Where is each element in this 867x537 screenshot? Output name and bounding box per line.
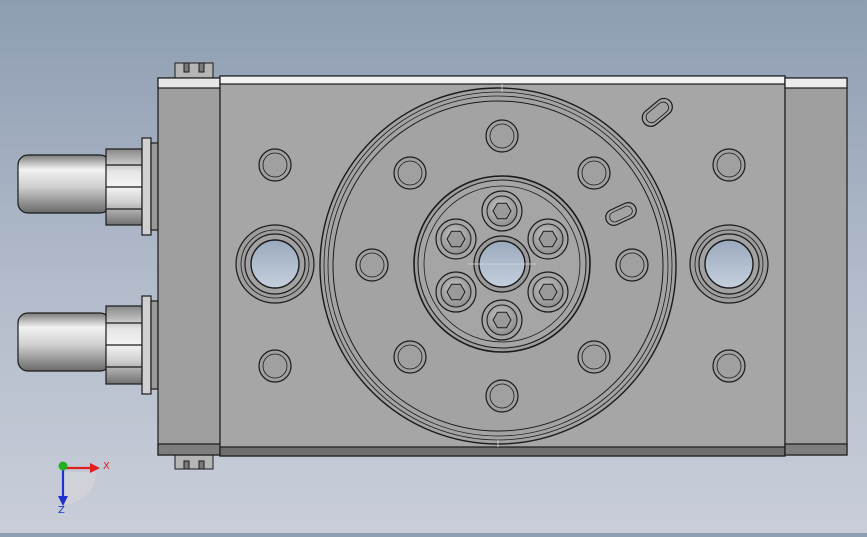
fitting-lower xyxy=(17,295,159,395)
top-clip xyxy=(174,62,214,80)
bottom-clip xyxy=(174,453,214,470)
bolt-upper-left xyxy=(435,218,477,260)
fitting-upper xyxy=(17,137,159,236)
x-axis-label: X xyxy=(103,461,110,472)
x-axis-arrow-icon xyxy=(90,463,100,473)
bolt-bottom xyxy=(481,299,523,341)
bolt-upper-right xyxy=(527,218,569,260)
z-axis-label: Z xyxy=(58,505,65,516)
bolt-lower-left xyxy=(435,271,477,313)
cad-viewport[interactable]: X Z xyxy=(0,0,867,533)
triad-plane-shade xyxy=(64,472,96,504)
bore-left xyxy=(235,224,315,304)
bore-right xyxy=(689,224,769,304)
coordinate-triad[interactable]: X Z xyxy=(58,461,110,516)
bolt-lower-right xyxy=(527,271,569,313)
y-axis-dot-icon xyxy=(58,461,68,471)
bolt-top xyxy=(481,190,523,232)
